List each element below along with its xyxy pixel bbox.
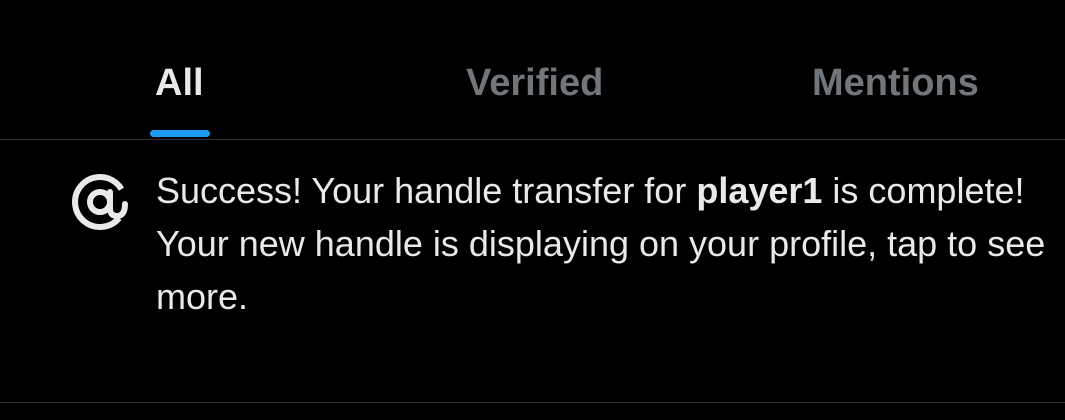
at-sign-icon <box>72 174 128 230</box>
notification-item[interactable]: Success! Your handle transfer for player… <box>0 140 1065 403</box>
tab-mentions-label: Mentions <box>812 62 979 104</box>
notifications-tab-bar: All Verified Mentions <box>0 0 1065 140</box>
notification-message: Success! Your handle transfer for player… <box>156 164 1056 323</box>
tab-all-label: All <box>155 62 204 104</box>
notification-text-line1: Success! Your handle transfer for player… <box>156 164 1056 217</box>
notification-text-line2: Your new handle is displaying on your pr… <box>156 223 1046 317</box>
handle-name: player1 <box>696 170 823 211</box>
tab-verified-label: Verified <box>466 62 604 104</box>
message-prefix: Success! Your handle transfer for <box>156 170 697 211</box>
message-suffix: is complete! <box>822 170 1025 211</box>
selected-tab-indicator <box>150 130 210 137</box>
